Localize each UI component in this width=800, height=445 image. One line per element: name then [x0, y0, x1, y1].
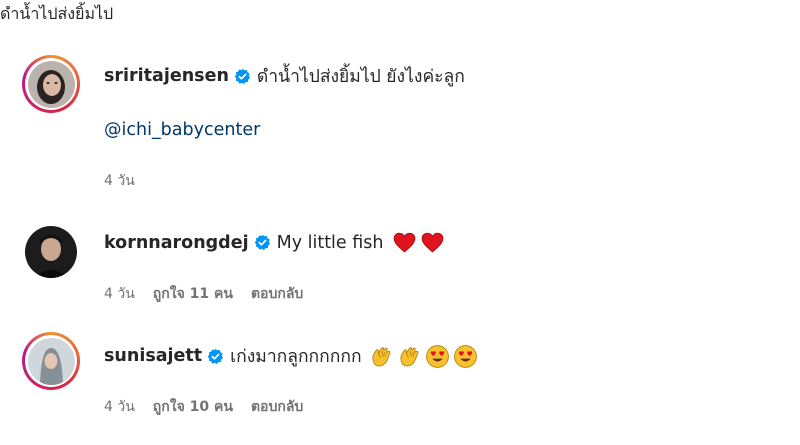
verified-badge-icon: [207, 348, 224, 364]
timestamp[interactable]: 4 วัน: [104, 283, 135, 305]
username[interactable]: sunisajett: [104, 346, 202, 366]
comment-text: ดำน้ำไปส่งยิ้มไป ยังไงค่ะลูก: [256, 67, 465, 87]
verified-badge-icon: [234, 68, 250, 84]
comment-meta: 4 วัน ถูกใจ 10 คน ตอบกลับ: [104, 396, 303, 418]
username[interactable]: kornnarongdej: [104, 233, 249, 253]
reply-button[interactable]: ตอบกลับ: [251, 396, 303, 418]
post-caption: ดำน้ำไปส่งยิ้มไป: [0, 4, 114, 23]
likes-count[interactable]: ถูกใจ 11 คน: [153, 283, 233, 305]
red-heart-emoji-icon: [394, 232, 416, 253]
clapping-hands-emoji-icon: [400, 346, 418, 366]
verified-badge-icon: [254, 234, 270, 251]
likes-count[interactable]: ถูกใจ 10 คน: [153, 396, 233, 418]
reply-button[interactable]: ตอบกลับ: [251, 283, 303, 305]
heart-eyes-emoji-icon: [453, 344, 477, 368]
avatar: [27, 60, 75, 108]
avatar[interactable]: [25, 226, 77, 278]
avatar-story-ring[interactable]: [22, 55, 80, 113]
comment-meta: 4 วัน: [104, 170, 135, 192]
timestamp[interactable]: 4 วัน: [104, 170, 135, 192]
avatar-story-ring[interactable]: [22, 332, 80, 390]
comments-panel: ดำน้ำไปส่งยิ้มไป sriritajensen ดำน้ำไปส่…: [0, 0, 800, 445]
red-heart-emoji-icon: [422, 232, 444, 253]
avatar: [27, 337, 75, 385]
mention-link[interactable]: @ichi_babycenter: [104, 120, 260, 140]
comment-line: sriritajensen ดำน้ำไปส่งยิ้มไป ยังไงค่ะล…: [104, 62, 465, 90]
clapping-hands-emoji-icon: [372, 346, 390, 366]
comment-meta: 4 วัน ถูกใจ 11 คน ตอบกลับ: [104, 283, 303, 305]
comment-text: เก่งมากลูกกกกกก: [230, 347, 362, 367]
heart-eyes-emoji-icon: [425, 344, 449, 368]
comment-line: kornnarongdej My little fish: [104, 230, 445, 255]
username[interactable]: sriritajensen: [104, 66, 229, 86]
comment-line: sunisajett เก่งมากลูกกกกกก: [104, 342, 478, 370]
comment-text: My little fish: [276, 232, 384, 253]
timestamp[interactable]: 4 วัน: [104, 396, 135, 418]
